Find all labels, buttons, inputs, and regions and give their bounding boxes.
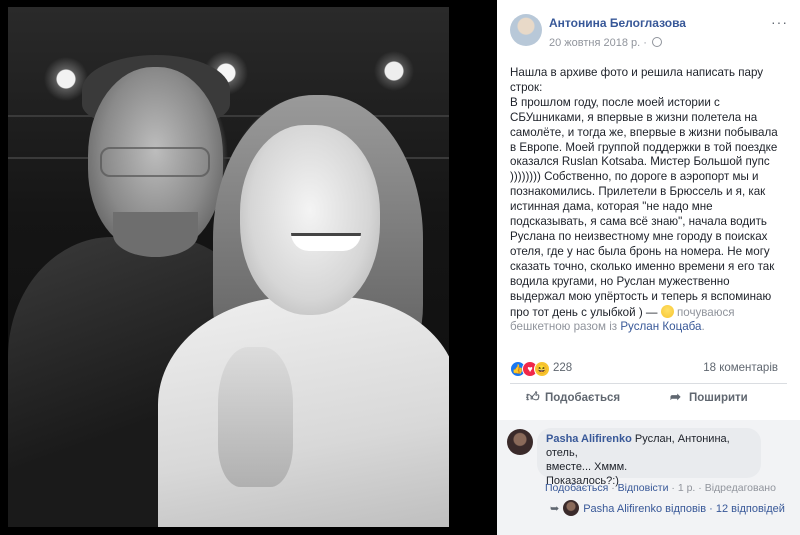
comment-count[interactable]: 18 коментарів — [703, 362, 778, 374]
more-options-icon[interactable]: ··· — [771, 14, 788, 30]
beard — [113, 212, 198, 257]
person-right-jacket — [158, 297, 449, 527]
feeling-line: бешкетною разом із Руслан Коцаба. — [510, 320, 792, 335]
divider — [510, 383, 787, 384]
author-name[interactable]: Антонина Белоглазова — [549, 16, 686, 30]
post-line: В прошлом году, после моей истории с — [510, 95, 720, 109]
like-button[interactable]: 👍︎ Подобається — [526, 389, 620, 417]
view-replies-link[interactable]: ➥ Pasha Alifirenko відповів · 12 відповід… — [550, 500, 785, 516]
post-line: )))))))) Собственно, по дороге в аэропор… — [510, 170, 759, 184]
reaction-count[interactable]: 228 — [553, 362, 572, 374]
feeling-text: почуваюся — [676, 305, 735, 319]
author-avatar[interactable] — [510, 14, 542, 46]
comment-like-link[interactable]: Подобається — [545, 482, 608, 494]
post-line: Нашла в архиве фото и решила написать па… — [510, 66, 764, 79]
haha-icon: 😆 — [534, 361, 550, 377]
post-meta: 20 жовтня 2018 р. · — [549, 37, 662, 49]
share-button-label: Поширити — [689, 392, 748, 404]
comment-text-2: вместе... Хммм. — [546, 461, 628, 473]
meta-dot: · — [695, 482, 705, 494]
reply-author: Pasha Alifirenko — [583, 503, 663, 515]
comment-edited: Відредаговано — [704, 482, 776, 494]
photo-viewer — [0, 0, 497, 535]
post-line: подсказывать, я сама всё знаю", начала в… — [510, 215, 767, 229]
comment-bubble: Pasha Alifirenko Руслан, Антонина, отель… — [537, 428, 761, 487]
post-text: Нашла в архиве фото и решила написать па… — [510, 66, 792, 335]
smile — [291, 233, 361, 251]
person-right-face — [240, 125, 380, 315]
share-button[interactable]: ➦ Поширити — [670, 389, 748, 417]
tagged-period: . — [701, 320, 705, 334]
glasses — [100, 147, 210, 177]
commenter-name[interactable]: Pasha Alifirenko — [546, 433, 632, 445]
share-arrow-icon: ➦ — [670, 389, 681, 404]
post-line: оказался Ruslan Kotsaba. Мистер Большой … — [510, 155, 770, 169]
like-button-label: Подобається — [545, 392, 621, 404]
post-photo[interactable] — [8, 7, 449, 527]
comment-section: Pasha Alifirenko Руслан, Антонина, отель… — [497, 420, 800, 535]
thumbs-up-hand — [218, 347, 293, 487]
reply-avatar — [563, 500, 580, 516]
post-line-text: про тот день с улыбкой ) — — [510, 305, 658, 319]
post-line: самолёте, и тогда же, впервые в жизни по… — [510, 125, 778, 139]
post-header: Антонина Белоглазова ··· 20 жовтня 2018 … — [497, 0, 800, 55]
post-line-last: про тот день с улыбкой ) — почуваюся — [510, 304, 792, 321]
meta-separator: · — [643, 37, 647, 49]
post-panel: Антонина Белоглазова ··· 20 жовтня 2018 … — [497, 0, 800, 535]
post-line: в Европе. Моей группой поддержки в той п… — [510, 140, 778, 154]
post-line: СБУшниками, я впервые в жизни полетела н… — [510, 110, 758, 124]
replies-count: 12 відповідей — [715, 503, 785, 515]
ceiling-line — [8, 115, 449, 117]
post-line: отеля, где у нас была бронь на номера. Н… — [510, 244, 770, 258]
post-line: строк: — [510, 80, 543, 94]
post-line: Руслана по неизвестному мне городу в пои… — [510, 229, 768, 243]
comment-reply-link[interactable]: Відповісти — [618, 482, 669, 494]
smiling-face-icon — [660, 304, 674, 318]
post-line: познакомились. Прилетели в Брюссель и я,… — [510, 185, 766, 199]
tagged-person-link[interactable]: Руслан Коцаба — [620, 320, 701, 333]
commenter-avatar[interactable] — [507, 429, 533, 455]
meta-dot: · — [608, 482, 618, 494]
meta-dot: · — [706, 503, 716, 515]
thumbs-up-icon: 👍︎ — [526, 389, 540, 404]
reply-action: відповів — [665, 503, 707, 515]
post-line: выдержал мою упёртость и теперь я вспоми… — [510, 289, 772, 303]
reply-arrow-icon: ➥ — [550, 503, 560, 515]
post-date[interactable]: 20 жовтня 2018 р. — [549, 37, 640, 49]
globe-icon[interactable] — [652, 37, 662, 47]
post-line: сказать точно, сколько именно времени я … — [510, 259, 775, 273]
post-line: водила кругами, но Руслан мужественно — [510, 274, 730, 288]
comment-time[interactable]: 1 р. — [678, 482, 696, 494]
feeling-text-2: бешкетною разом із — [510, 320, 618, 334]
post-line: истинная дама, которая "не надо мне — [510, 200, 713, 214]
comment-meta: Подобається · Відповісти · 1 р. · Відред… — [545, 482, 776, 494]
meta-dot: · — [668, 482, 678, 494]
